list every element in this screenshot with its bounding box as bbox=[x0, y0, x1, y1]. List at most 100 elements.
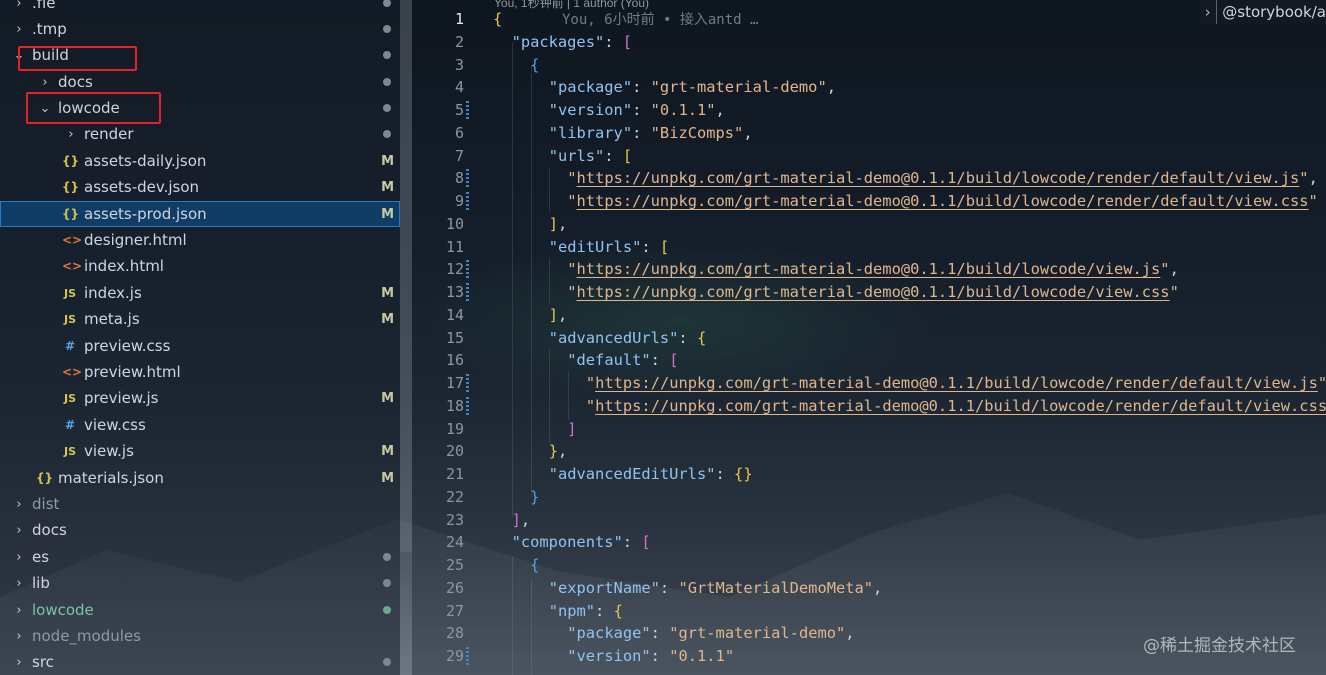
code-line[interactable]: ], bbox=[493, 509, 531, 532]
chevron-right-icon: › bbox=[1204, 3, 1211, 21]
tree-item-view-css[interactable]: # view.css bbox=[0, 412, 400, 438]
line-number: 23 bbox=[445, 511, 464, 529]
line-number: 11 bbox=[445, 238, 464, 256]
html-file-icon: <> bbox=[62, 233, 83, 247]
explorer-scrollbar[interactable] bbox=[400, 0, 412, 552]
tree-item-preview-js[interactable]: JS preview.js M bbox=[0, 385, 400, 411]
diff-modified-marker bbox=[466, 101, 469, 120]
tree-item-tmp[interactable]: › .tmp bbox=[0, 16, 400, 42]
line-number: 29 bbox=[445, 647, 464, 665]
code-line[interactable]: "npm": { bbox=[493, 600, 623, 623]
tree-item-label: materials.json bbox=[58, 469, 164, 487]
tree-item-fle[interactable]: › .fle bbox=[0, 0, 400, 16]
tree-item-designer-html[interactable]: <> designer.html bbox=[0, 227, 400, 253]
code-line[interactable]: "exportName": "GrtMaterialDemoMeta", bbox=[493, 577, 883, 600]
tree-item-index-html[interactable]: <> index.html bbox=[0, 253, 400, 279]
tree-item-view-js[interactable]: JS view.js M bbox=[0, 438, 400, 464]
line-number: 25 bbox=[445, 556, 464, 574]
tree-item-docs-root[interactable]: › docs bbox=[0, 517, 400, 543]
code-line[interactable]: "version": "0.1.1", bbox=[493, 99, 725, 122]
breadcrumb-divider bbox=[1215, 0, 1217, 24]
code-line[interactable]: "library": "BizComps", bbox=[493, 122, 753, 145]
line-number: 9 bbox=[454, 192, 464, 210]
status-dot bbox=[383, 0, 391, 7]
tree-item-label: docs bbox=[32, 521, 67, 539]
tree-item-es[interactable]: › es bbox=[0, 544, 400, 570]
code-line[interactable]: { bbox=[493, 554, 539, 577]
code-line[interactable]: } bbox=[493, 486, 539, 509]
chevron-right-icon: › bbox=[16, 602, 22, 618]
tree-item-lib[interactable]: › lib bbox=[0, 570, 400, 596]
tree-item-index-js[interactable]: JS index.js M bbox=[0, 280, 400, 306]
tree-item-preview-css[interactable]: # preview.css bbox=[0, 333, 400, 359]
line-number: 14 bbox=[445, 306, 464, 324]
json-file-icon: {} bbox=[62, 154, 80, 168]
css-file-icon: # bbox=[64, 418, 76, 432]
code-line[interactable]: ] bbox=[493, 418, 576, 441]
tree-item-label: index.html bbox=[84, 257, 164, 275]
chevron-right-icon: › bbox=[16, 628, 22, 644]
line-number: 3 bbox=[454, 56, 464, 74]
code-line[interactable]: ], bbox=[493, 304, 568, 327]
modified-badge: M bbox=[381, 311, 394, 327]
code-line[interactable]: "https://unpkg.com/grt-material-demo@0.1… bbox=[493, 167, 1318, 190]
status-dot bbox=[383, 104, 391, 112]
code-line[interactable]: "components": [ bbox=[493, 531, 651, 554]
line-number: 28 bbox=[445, 624, 464, 642]
code-line[interactable]: "urls": [ bbox=[493, 145, 632, 168]
highlight-box-build bbox=[18, 46, 137, 71]
code-line[interactable]: { bbox=[493, 8, 502, 31]
tree-item-meta-js[interactable]: JS meta.js M bbox=[0, 306, 400, 332]
code-line[interactable]: "advancedUrls": { bbox=[493, 327, 707, 350]
tree-item-label: index.js bbox=[84, 284, 142, 302]
tree-item-assets-dev-json[interactable]: {} assets-dev.json M bbox=[0, 174, 400, 200]
status-dot bbox=[383, 658, 391, 666]
code-line[interactable]: "package": "grt-material-demo", bbox=[493, 622, 854, 645]
tree-item-assets-prod-json[interactable]: {} assets-prod.json M bbox=[0, 201, 400, 227]
modified-badge: M bbox=[381, 285, 394, 301]
code-line[interactable]: "package": "grt-material-demo", bbox=[493, 76, 836, 99]
line-number: 16 bbox=[445, 351, 464, 369]
tree-item-preview-html[interactable]: <> preview.html bbox=[0, 359, 400, 385]
tree-item-label: node_modules bbox=[32, 627, 141, 645]
tree-item-assets-daily-json[interactable]: {} assets-daily.json M bbox=[0, 148, 400, 174]
code-line[interactable]: ], bbox=[493, 213, 568, 236]
tree-item-label: lowcode bbox=[32, 601, 94, 619]
tree-item-dist[interactable]: › dist bbox=[0, 491, 400, 517]
modified-badge: M bbox=[381, 470, 394, 486]
tree-item-lowcode-root[interactable]: › lowcode bbox=[0, 597, 400, 623]
code-line[interactable]: "https://unpkg.com/grt-material-demo@0.1… bbox=[493, 372, 1326, 395]
line-number: 1 bbox=[454, 10, 464, 28]
diff-modified-marker bbox=[466, 374, 469, 393]
tree-item-label: render bbox=[84, 125, 134, 143]
tree-item-render[interactable]: › render bbox=[0, 121, 400, 147]
line-number: 20 bbox=[445, 442, 464, 460]
line-number: 19 bbox=[445, 420, 464, 438]
tree-item-label: lib bbox=[32, 574, 50, 592]
tree-item-materials-json[interactable]: {} materials.json M bbox=[0, 465, 400, 491]
code-line[interactable]: "advancedEditUrls": {} bbox=[493, 463, 753, 486]
code-line[interactable]: }, bbox=[493, 440, 568, 463]
line-number: 22 bbox=[445, 488, 464, 506]
breadcrumb-item[interactable]: @storybook/a bbox=[1222, 3, 1326, 21]
highlight-box-lowcode bbox=[26, 92, 161, 124]
code-line[interactable]: "editUrls": [ bbox=[493, 236, 670, 259]
breadcrumb[interactable]: › @storybook/a bbox=[1200, 0, 1326, 24]
code-line[interactable]: "https://unpkg.com/grt-material-demo@0.1… bbox=[493, 281, 1179, 304]
tree-item-node-modules[interactable]: › node_modules bbox=[0, 623, 400, 649]
line-number: 13 bbox=[445, 283, 464, 301]
code-line[interactable]: "packages": [ bbox=[493, 31, 633, 54]
code-line[interactable]: "default": [ bbox=[493, 349, 678, 372]
chevron-right-icon: › bbox=[42, 74, 48, 90]
modified-badge: M bbox=[381, 153, 394, 169]
code-line[interactable]: "https://unpkg.com/grt-material-demo@0.1… bbox=[493, 258, 1179, 281]
code-line[interactable]: { bbox=[493, 54, 539, 77]
tree-item-label: designer.html bbox=[84, 231, 187, 249]
code-line[interactable]: "https://unpkg.com/grt-material-demo@0.1… bbox=[493, 395, 1326, 418]
tree-item-src[interactable]: › src bbox=[0, 649, 400, 675]
code-line[interactable]: "https://unpkg.com/grt-material-demo@0.1… bbox=[493, 190, 1318, 213]
line-number: 8 bbox=[454, 169, 464, 187]
diff-modified-marker bbox=[466, 283, 469, 302]
code-line[interactable]: "version": "0.1.1" bbox=[493, 645, 734, 668]
chevron-right-icon: › bbox=[16, 522, 22, 538]
